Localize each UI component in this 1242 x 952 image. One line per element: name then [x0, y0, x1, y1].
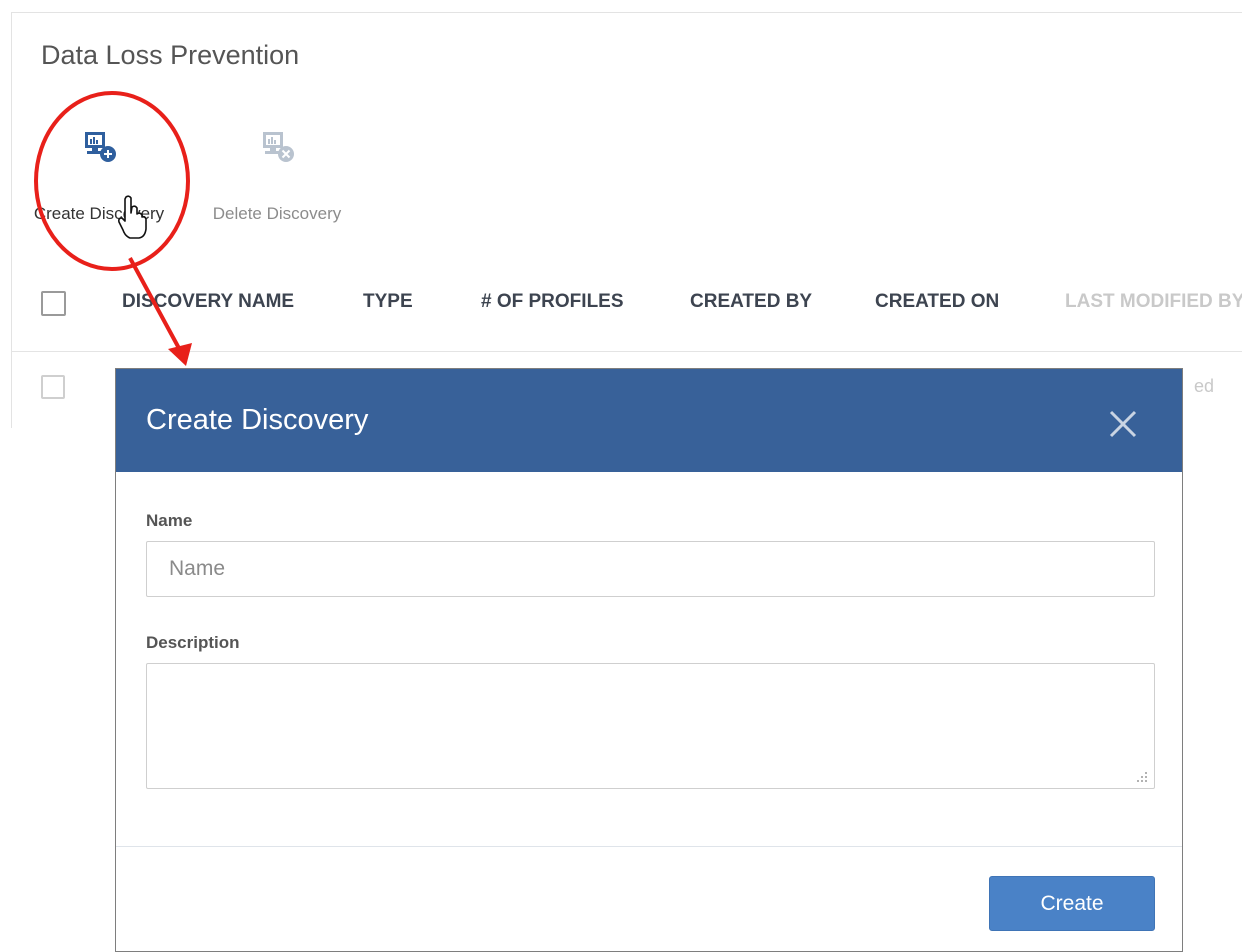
create-button[interactable]: Create — [989, 876, 1155, 931]
pointer-arrow-line — [128, 257, 183, 353]
dialog-header: Create Discovery — [116, 369, 1182, 472]
resize-grip-icon[interactable] — [1136, 771, 1148, 783]
name-input[interactable] — [146, 541, 1155, 597]
create-discovery-dialog: Create Discovery Name Description Create — [115, 368, 1183, 952]
pointer-arrowhead — [168, 343, 192, 366]
highlight-circle — [34, 91, 190, 271]
close-icon[interactable] — [1106, 407, 1140, 441]
description-textarea[interactable] — [146, 663, 1155, 789]
dialog-footer-divider — [116, 846, 1182, 847]
hand-cursor-icon — [118, 195, 147, 239]
dialog-title: Create Discovery — [146, 404, 369, 436]
name-label: Name — [146, 511, 193, 530]
description-label: Description — [146, 633, 240, 652]
